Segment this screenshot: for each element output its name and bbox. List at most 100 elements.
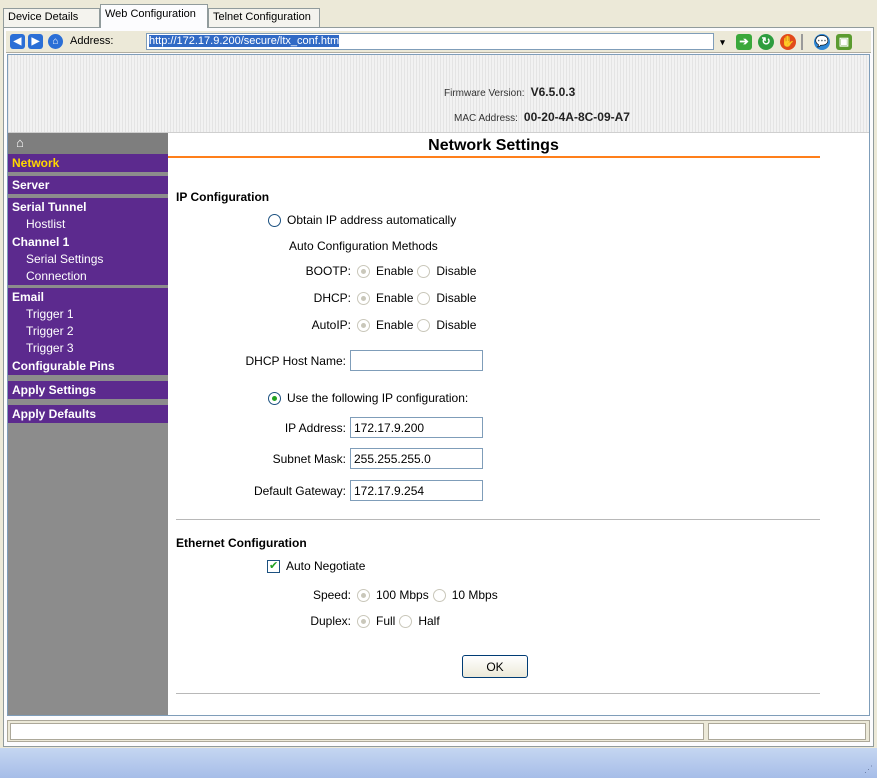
stop-icon[interactable]: ✋ (780, 34, 796, 50)
status-zone-pane (708, 723, 866, 740)
browser-viewport: Firmware Version: V6.5.0.3 MAC Address: 00… (7, 54, 870, 716)
dhcp-host-row: DHCP Host Name: (168, 350, 483, 371)
dhcp-disable-radio[interactable] (417, 291, 431, 305)
dhcp-disable-label: Disable (436, 291, 477, 305)
bootp-disable-radio[interactable] (417, 264, 431, 278)
speed-100-radio[interactable] (357, 588, 370, 602)
duplex-row: Duplex: Full Half (168, 614, 444, 628)
firmware-label: Firmware Version: (444, 88, 525, 99)
subnet-label: Subnet Mask: (272, 451, 346, 466)
sidebar-item-apply-settings[interactable]: Apply Settings (8, 381, 168, 399)
address-label: Address: (70, 35, 114, 47)
sidebar-item-trigger-3[interactable]: Trigger 3 (8, 340, 168, 357)
sidebar-item-serial-settings[interactable]: Serial Settings (8, 251, 168, 268)
speed-row: Speed: 100 Mbps 10 Mbps (168, 588, 502, 602)
sidebar-item-connection[interactable]: Connection (8, 268, 168, 285)
status-text-pane (10, 723, 704, 740)
tab-telnet-configuration[interactable]: Telnet Configuration (208, 8, 320, 28)
autoip-label: AutoIP: (311, 318, 351, 332)
bootp-label: BOOTP: (305, 264, 351, 278)
address-toolbar: ◀ ▶ ⌂ Address: http://172.17.9.200/secur… (6, 31, 871, 53)
back-icon[interactable]: ◀ (10, 34, 25, 49)
use-following-row: Use the following IP configuration: (268, 391, 468, 405)
auto-methods-label: Auto Configuration Methods (289, 239, 438, 253)
dhcp-label: DHCP: (313, 291, 351, 305)
sidebar-item-server[interactable]: Server (8, 176, 168, 194)
autoip-disable-label: Disable (436, 318, 477, 332)
image-icon[interactable]: ▣ (836, 34, 852, 50)
sidebar-item-configurable-pins[interactable]: Configurable Pins (8, 357, 168, 375)
page-header: Firmware Version: V6.5.0.3 MAC Address: 00… (8, 55, 869, 133)
resize-grip-icon[interactable]: ⋰ (864, 764, 873, 775)
gateway-input[interactable]: 172.17.9.254 (350, 480, 483, 501)
duplex-half-radio[interactable] (399, 614, 413, 628)
speed-100-label: 100 Mbps (376, 588, 429, 602)
autoip-row: AutoIP: Enable Disable (168, 318, 480, 332)
dhcp-enable-radio[interactable] (357, 291, 370, 305)
tab-web-configuration[interactable]: Web Configuration (100, 4, 208, 28)
obtain-auto-radio[interactable] (268, 213, 281, 227)
forward-icon[interactable]: ▶ (28, 34, 43, 49)
toolbar-separator (801, 34, 803, 50)
duplex-label: Duplex: (310, 614, 351, 628)
gateway-row: Default Gateway: 172.17.9.254 (168, 480, 483, 501)
go-icon[interactable]: ➔ (736, 34, 752, 50)
tab-device-details[interactable]: Device Details (3, 8, 100, 28)
sidebar-item-serial-tunnel[interactable]: Serial Tunnel (8, 198, 168, 216)
tab-strip: Device Details Web Configuration Telnet … (0, 0, 877, 28)
use-following-radio[interactable] (268, 391, 281, 405)
sidebar-item-hostlist[interactable]: Hostlist (8, 216, 168, 233)
home-browser-icon[interactable]: ⌂ (48, 34, 63, 49)
sidebar-item-trigger-1[interactable]: Trigger 1 (8, 306, 168, 323)
obtain-auto-label: Obtain IP address automatically (287, 213, 457, 227)
firmware-value: V6.5.0.3 (530, 85, 576, 99)
gateway-label: Default Gateway: (253, 483, 346, 498)
home-icon[interactable]: ⌂ (16, 135, 24, 150)
bottom-divider (176, 693, 820, 695)
mac-value: 00-20-4A-8C-09-A7 (523, 110, 630, 124)
sidebar-item-channel-1[interactable]: Channel 1 (8, 233, 168, 251)
bootp-enable-radio[interactable] (357, 264, 370, 278)
auto-negotiate-checkbox[interactable] (267, 559, 280, 573)
ok-button[interactable]: OK (462, 655, 528, 678)
title-divider (168, 156, 820, 158)
duplex-full-label: Full (376, 614, 396, 628)
auto-negotiate-label: Auto Negotiate (286, 559, 366, 573)
sidebar-item-network[interactable]: Network (8, 154, 168, 172)
autoip-enable-radio[interactable] (357, 318, 370, 332)
use-following-label: Use the following IP configuration: (287, 391, 469, 405)
duplex-half-label: Half (418, 614, 440, 628)
window-bottom-band: ⋰ (0, 748, 877, 778)
auto-negotiate-row: Auto Negotiate (267, 559, 365, 573)
autoip-disable-radio[interactable] (417, 318, 431, 332)
ethernet-config-heading: Ethernet Configuration (176, 536, 307, 550)
speed-10-label: 10 Mbps (451, 588, 498, 602)
ip-config-heading: IP Configuration (176, 190, 270, 204)
chat-icon[interactable]: 💬 (814, 34, 830, 50)
sidebar-item-email[interactable]: Email (8, 288, 168, 306)
refresh-icon[interactable]: ↻ (758, 34, 774, 50)
main-content: Network Settings IP Configuration Obtain… (168, 133, 869, 715)
sidebar: ⌂ Network Server Serial Tunnel Hostlist … (8, 133, 168, 715)
bootp-row: BOOTP: Enable Disable (168, 264, 480, 278)
page-title: Network Settings (428, 137, 559, 154)
status-bar (7, 720, 870, 742)
address-dropdown-icon[interactable]: ▾ (718, 34, 727, 50)
address-url: http://172.17.9.200/secure/ltx_conf.htm (149, 35, 340, 47)
sidebar-item-apply-defaults[interactable]: Apply Defaults (8, 405, 168, 423)
sidebar-item-trigger-2[interactable]: Trigger 2 (8, 323, 168, 340)
ip-address-input[interactable]: 172.17.9.200 (350, 417, 483, 438)
obtain-auto-row: Obtain IP address automatically (268, 213, 456, 227)
dhcp-host-label: DHCP Host Name: (245, 353, 346, 368)
bootp-disable-label: Disable (436, 264, 477, 278)
subnet-input[interactable]: 255.255.255.0 (350, 448, 483, 469)
address-input[interactable]: http://172.17.9.200/secure/ltx_conf.htm (146, 33, 714, 50)
speed-label: Speed: (312, 588, 351, 602)
firmware-row: Firmware Version: V6.5.0.3 (444, 85, 575, 99)
sidebar-home[interactable]: ⌂ (8, 133, 168, 154)
duplex-full-radio[interactable] (357, 614, 370, 628)
dhcp-host-input[interactable] (350, 350, 483, 371)
bootp-enable-label: Enable (376, 264, 414, 278)
autoip-enable-label: Enable (376, 318, 414, 332)
speed-10-radio[interactable] (432, 588, 446, 602)
